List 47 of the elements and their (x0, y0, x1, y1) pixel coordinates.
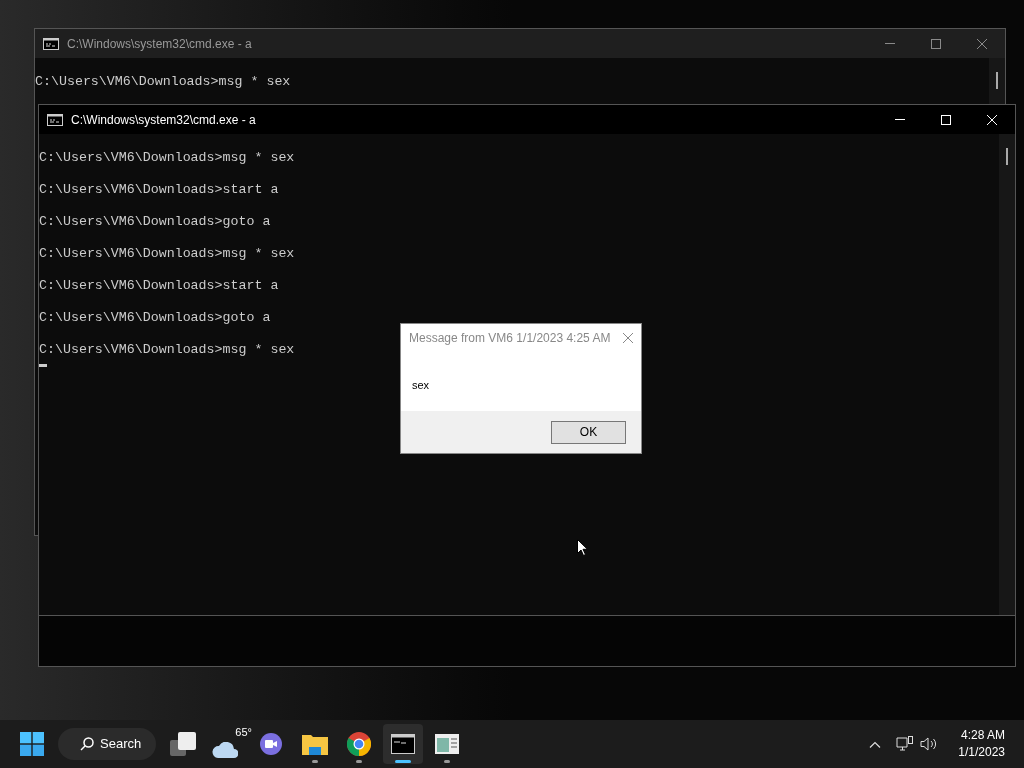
close-icon (977, 38, 987, 49)
minimize-icon (885, 43, 895, 44)
mouse-pointer-icon (577, 539, 588, 556)
minimize-icon (895, 119, 905, 120)
cloud-icon (212, 742, 238, 758)
console-icon (391, 734, 415, 754)
speaker-icon[interactable] (920, 737, 939, 751)
app-window-icon (435, 734, 459, 754)
console-icon (43, 37, 59, 50)
window-title: C:\Windows\system32\cmd.exe - a (71, 111, 256, 129)
running-indicator (395, 760, 411, 763)
chevron-up-icon[interactable] (869, 740, 882, 748)
console-line: C:\Users\VM6\Downloads>start a (39, 182, 279, 199)
dialog-title: Message from VM6 1/1/2023 4:25 AM (409, 330, 611, 347)
console-line: C:\Users\VM6\Downloads>msg * sex (35, 74, 291, 91)
taskbar-app-button[interactable] (383, 724, 423, 764)
close-icon[interactable] (623, 333, 633, 343)
start-button[interactable] (17, 729, 47, 759)
ok-button[interactable]: OK (551, 420, 626, 444)
search-icon (80, 737, 94, 751)
browser-icon (347, 732, 371, 756)
running-indicator (444, 760, 450, 763)
running-indicator (312, 760, 318, 763)
scrollbar-thumb[interactable] (1006, 148, 1008, 165)
video-chat-icon (259, 732, 283, 756)
console-line: C:\Users\VM6\Downloads>goto a (39, 214, 271, 231)
clock-date[interactable]: 1/1/2023 (958, 744, 1005, 761)
window-title: C:\Windows\system32\cmd.exe - a (67, 35, 252, 53)
clock-time[interactable]: 4:28 AM (960, 727, 1005, 744)
console-icon (47, 113, 63, 126)
maximize-icon (941, 114, 951, 125)
running-indicator (356, 760, 362, 763)
maximize-icon (931, 38, 941, 49)
folder-icon (302, 733, 328, 755)
network-icon[interactable] (896, 736, 914, 752)
console-line: C:\Users\VM6\Downloads>start a (39, 278, 279, 295)
close-icon (987, 114, 997, 125)
dialog-message: sex (412, 379, 430, 391)
console-line: C:\Users\VM6\Downloads>msg * sex (39, 246, 295, 263)
temperature-label: 65° (235, 725, 252, 740)
console-line: C:\Users\VM6\Downloads>msg * sex (39, 150, 295, 167)
scrollbar-thumb[interactable] (996, 72, 998, 89)
search-button[interactable]: Search (58, 728, 156, 760)
console-line: C:\Users\VM6\Downloads>msg * sex (39, 342, 295, 359)
console-line: C:\Users\VM6\Downloads>goto a (39, 310, 271, 327)
task-view-icon (170, 732, 196, 756)
windows-logo-icon (20, 732, 44, 756)
